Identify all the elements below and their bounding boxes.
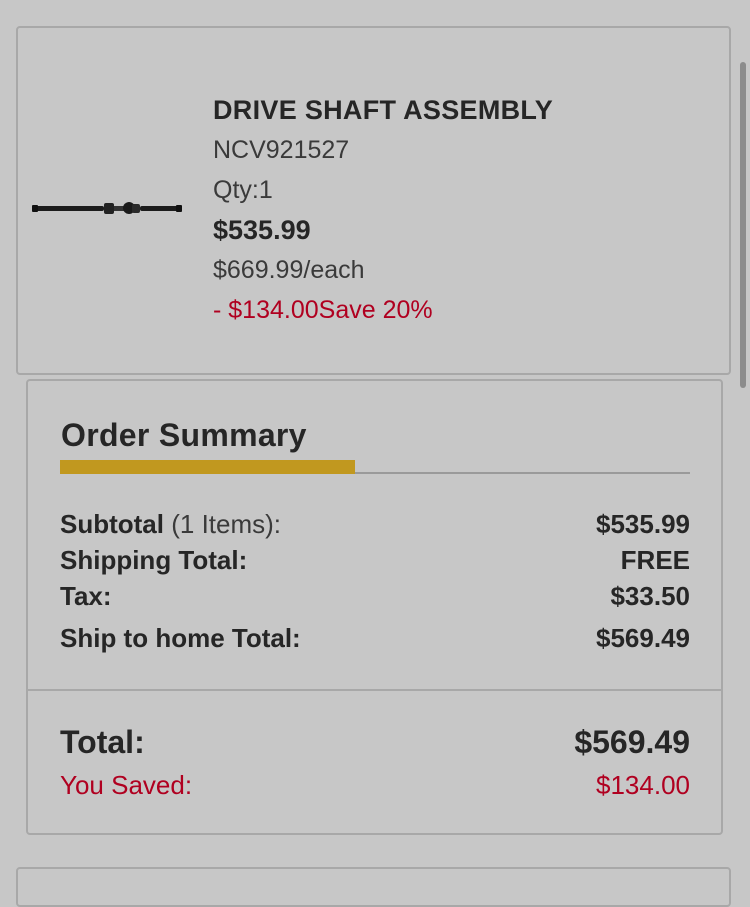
ship-to-home-value: $569.49: [596, 623, 690, 653]
tax-value: $33.50: [610, 581, 690, 611]
tax-row: Tax: $33.50: [60, 581, 690, 612]
order-summary-card: Order Summary Subtotal (1 Items): $535.9…: [26, 379, 723, 835]
subtotal-value: $535.99: [596, 509, 690, 539]
summary-divider: [28, 689, 721, 691]
unit-price: $669.99/each: [213, 256, 365, 284]
total-label: Total:: [60, 724, 145, 760]
drive-shaft-image[interactable]: [32, 188, 182, 228]
product-name[interactable]: DRIVE SHAFT ASSEMBLY: [213, 90, 553, 130]
you-saved-label: You Saved:: [60, 770, 193, 800]
you-saved-row: You Saved: $134.00: [60, 770, 690, 801]
shipping-value: FREE: [620, 545, 690, 575]
ship-to-home-row: Ship to home Total: $569.49: [60, 623, 690, 654]
total-row: Total: $569.49: [60, 724, 690, 761]
shipping-row: Shipping Total: FREE: [60, 545, 690, 576]
shipping-label: Shipping Total:: [60, 545, 248, 575]
subtotal-label: Subtotal (1 Items):: [60, 509, 282, 539]
total-value: $569.49: [574, 724, 690, 760]
subtotal-items: (1 Items):: [164, 509, 282, 539]
ship-to-home-label: Ship to home Total:: [60, 623, 301, 653]
subtotal-row: Subtotal (1 Items): $535.99: [60, 509, 690, 540]
savings-text: - $134.00Save 20%: [213, 296, 433, 324]
quantity: Qty:1: [213, 176, 273, 204]
part-number: NCV921527: [213, 136, 350, 164]
tax-label: Tax:: [60, 581, 112, 611]
you-saved-value: $134.00: [596, 770, 690, 800]
title-accent-bar: [60, 460, 355, 474]
scrollbar[interactable]: [740, 62, 746, 388]
product-price: $535.99: [213, 215, 311, 245]
order-summary-title: Order Summary: [61, 417, 307, 453]
cart-item-card: DRIVE SHAFT ASSEMBLY NCV921527 Qty:1 $53…: [16, 26, 731, 375]
next-section-card: [16, 867, 731, 907]
